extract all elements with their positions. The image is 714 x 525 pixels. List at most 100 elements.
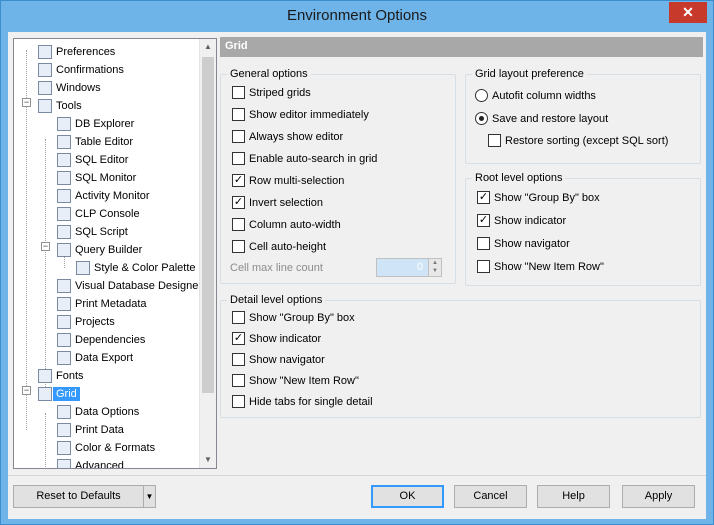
chevron-down-icon: ▼ xyxy=(145,492,154,501)
option-label: Show "Group By" box xyxy=(494,191,600,204)
tree-item[interactable]: Activity Monitor xyxy=(57,187,150,205)
option-label: Show editor immediately xyxy=(249,108,369,121)
save-restore-radio[interactable]: Save and restore layout xyxy=(475,112,608,125)
tree-item-label: Preferences xyxy=(56,46,116,58)
tools-expander[interactable]: − xyxy=(22,98,31,107)
tree-item[interactable]: Color & Formats xyxy=(57,439,155,457)
tree-item-label: Data Options xyxy=(75,406,140,418)
option-checkbox[interactable]: Cell auto-height xyxy=(232,240,326,253)
sql-script-icon xyxy=(57,225,71,239)
spinner-arrows-icon[interactable]: ▲ ▼ xyxy=(428,259,441,276)
tree-item-label: SQL Editor xyxy=(75,154,129,166)
tree-item[interactable]: Projects xyxy=(57,313,115,331)
reset-label: Reset to Defaults xyxy=(36,490,121,502)
option-checkbox[interactable]: Show navigator xyxy=(477,237,570,250)
reset-dropdown-button[interactable]: ▼ xyxy=(143,485,156,508)
tree-item[interactable]: DB Explorer xyxy=(57,115,134,133)
apply-button[interactable]: Apply xyxy=(622,485,695,508)
projects-icon xyxy=(57,315,71,329)
option-checkbox[interactable]: ✓ Show indicator xyxy=(477,214,566,227)
scroll-up-icon[interactable]: ▲ xyxy=(200,39,216,55)
title-bar[interactable]: Environment Options ✕ xyxy=(1,1,713,32)
option-checkbox[interactable]: ✓ Show "Group By" box xyxy=(477,191,600,204)
cancel-button[interactable]: Cancel xyxy=(454,485,527,508)
tree-item[interactable]: Windows xyxy=(38,79,101,97)
option-checkbox[interactable]: Column auto-width xyxy=(232,218,341,231)
checkbox-icon xyxy=(232,353,245,366)
tree-item-label: Dependencies xyxy=(75,334,146,346)
option-checkbox[interactable]: Show navigator xyxy=(232,353,325,366)
option-checkbox[interactable]: Always show editor xyxy=(232,130,343,143)
checkbox-checked-icon: ✓ xyxy=(232,332,245,345)
option-checkbox[interactable]: Hide tabs for single detail xyxy=(232,395,373,408)
query-builder-expander[interactable]: − xyxy=(41,242,50,251)
tree-item[interactable]: Query Builder xyxy=(57,241,142,259)
cell-max-label: Cell max line count xyxy=(230,262,323,274)
option-checkbox[interactable]: ✓ Show indicator xyxy=(232,332,321,345)
confirmations-icon xyxy=(38,63,52,77)
cell-max-line-count-spinner[interactable]: 0 ▲ ▼ xyxy=(376,258,442,277)
tree-item[interactable]: SQL Monitor xyxy=(57,169,136,187)
tree-item-label: Windows xyxy=(56,82,101,94)
data-options-icon xyxy=(57,405,71,419)
help-label: Help xyxy=(562,490,585,502)
tree-item[interactable]: Print Metadata xyxy=(57,295,147,313)
autofit-radio[interactable]: Autofit column widths xyxy=(475,89,596,102)
tree-item[interactable]: Dependencies xyxy=(57,331,145,349)
db-explorer-icon xyxy=(57,117,71,131)
option-checkbox[interactable]: Show "New Item Row" xyxy=(232,374,359,387)
ok-button[interactable]: OK xyxy=(371,485,444,508)
tree-item[interactable]: Preferences xyxy=(38,43,115,61)
checkbox-checked-icon: ✓ xyxy=(232,196,245,209)
tree-item[interactable]: Fonts xyxy=(38,367,84,385)
option-checkbox[interactable]: ✓ Invert selection xyxy=(232,196,323,209)
scroll-thumb[interactable] xyxy=(202,57,214,393)
option-label: Striped grids xyxy=(249,86,311,99)
ok-label: OK xyxy=(399,490,416,502)
restore-sorting-checkbox[interactable]: Restore sorting (except SQL sort) xyxy=(488,134,668,147)
option-label: Cell auto-height xyxy=(249,240,327,253)
tree-item-label: CLP Console xyxy=(75,208,140,220)
tree-item[interactable]: SQL Script xyxy=(57,223,128,241)
tree-item[interactable]: Table Editor xyxy=(57,133,133,151)
apply-label: Apply xyxy=(644,490,673,502)
sql-monitor-icon xyxy=(57,171,71,185)
option-checkbox[interactable]: Enable auto-search in grid xyxy=(232,152,377,165)
close-button[interactable]: ✕ xyxy=(669,2,707,23)
help-button[interactable]: Help xyxy=(537,485,610,508)
tree-item[interactable]: CLP Console xyxy=(57,205,140,223)
option-label: Row multi-selection xyxy=(249,174,345,187)
data-export-icon xyxy=(57,351,71,365)
restore-sorting-label: Restore sorting (except SQL sort) xyxy=(505,134,669,147)
option-checkbox[interactable]: Show editor immediately xyxy=(232,108,369,121)
scroll-down-icon[interactable]: ▼ xyxy=(200,452,216,468)
tree-item[interactable]: Visual Database Designe xyxy=(57,277,198,295)
option-checkbox[interactable]: Striped grids xyxy=(232,86,311,99)
tree-item-label: Print Metadata xyxy=(75,298,147,310)
tree-item[interactable]: Print Data xyxy=(57,421,124,439)
tree-item[interactable]: Data Options xyxy=(57,403,139,421)
tree-item[interactable]: Tools xyxy=(38,97,82,115)
tree-item[interactable]: Data Export xyxy=(57,349,133,367)
tree-scrollbar[interactable]: ▲ ▼ xyxy=(199,39,216,468)
print-metadata-icon xyxy=(57,297,71,311)
checkbox-icon xyxy=(232,311,245,324)
reset-to-defaults-button[interactable]: Reset to Defaults xyxy=(13,485,144,508)
grid-expander[interactable]: − xyxy=(22,386,31,395)
option-checkbox[interactable]: ✓ Row multi-selection xyxy=(232,174,344,187)
tree-item[interactable]: Confirmations xyxy=(38,61,124,79)
group-title: Detail level options xyxy=(227,294,326,306)
option-checkbox[interactable]: Show "Group By" box xyxy=(232,311,355,324)
tree-item[interactable]: SQL Editor xyxy=(57,151,128,169)
checkbox-checked-icon: ✓ xyxy=(477,214,490,227)
option-checkbox[interactable]: Show "New Item Row" xyxy=(477,260,604,273)
tree-item[interactable]: Advanced xyxy=(57,457,124,469)
checkbox-icon xyxy=(232,395,245,408)
option-label: Enable auto-search in grid xyxy=(249,152,378,165)
tree-item-label: Tools xyxy=(56,100,82,112)
environment-options-window: Environment Options ✕ − − − ▲ ▼ Preferen… xyxy=(0,0,714,525)
tree-item[interactable]: Style & Color Palette xyxy=(76,259,196,277)
tree-item[interactable]: Grid xyxy=(38,385,80,403)
fonts-icon xyxy=(38,369,52,383)
tree-item-label: Advanced xyxy=(75,460,124,469)
